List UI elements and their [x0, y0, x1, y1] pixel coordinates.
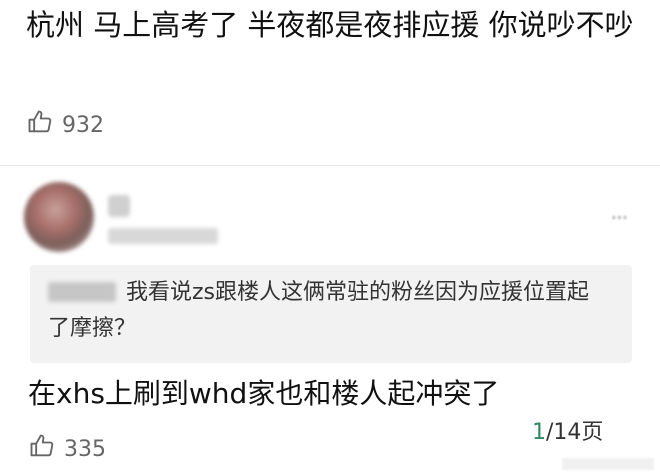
more-dots-icon[interactable]: ···: [610, 204, 629, 232]
divider: [0, 165, 660, 166]
page-current: 1: [532, 420, 546, 445]
watermark: [562, 458, 654, 470]
thumbs-up-icon: [26, 108, 62, 142]
quote-box[interactable]: 我看说zs跟楼人这俩常驻的粉丝因为应援位置起了摩擦？: [30, 265, 632, 363]
avatar[interactable]: [24, 182, 94, 252]
reply-text: 在xhs上刷到whd家也和楼人起冲突了: [28, 377, 500, 410]
comment-like-button[interactable]: 932: [26, 108, 104, 142]
comment-like-count: 932: [62, 112, 104, 138]
quote-text: 我看说zs跟楼人这俩常驻的粉丝因为应援位置起了摩擦？: [48, 280, 590, 341]
page-total: /14页: [546, 420, 604, 445]
page-indicator[interactable]: 1/14页: [532, 414, 603, 446]
comment-text: 杭州 马上高考了 半夜都是夜排应援 你说吵不吵: [26, 8, 634, 42]
reply-like-button[interactable]: 335: [28, 432, 106, 466]
timestamp: [108, 228, 218, 244]
username[interactable]: [108, 195, 130, 217]
reply-like-count: 335: [64, 436, 106, 462]
thumbs-up-icon: [28, 432, 64, 466]
